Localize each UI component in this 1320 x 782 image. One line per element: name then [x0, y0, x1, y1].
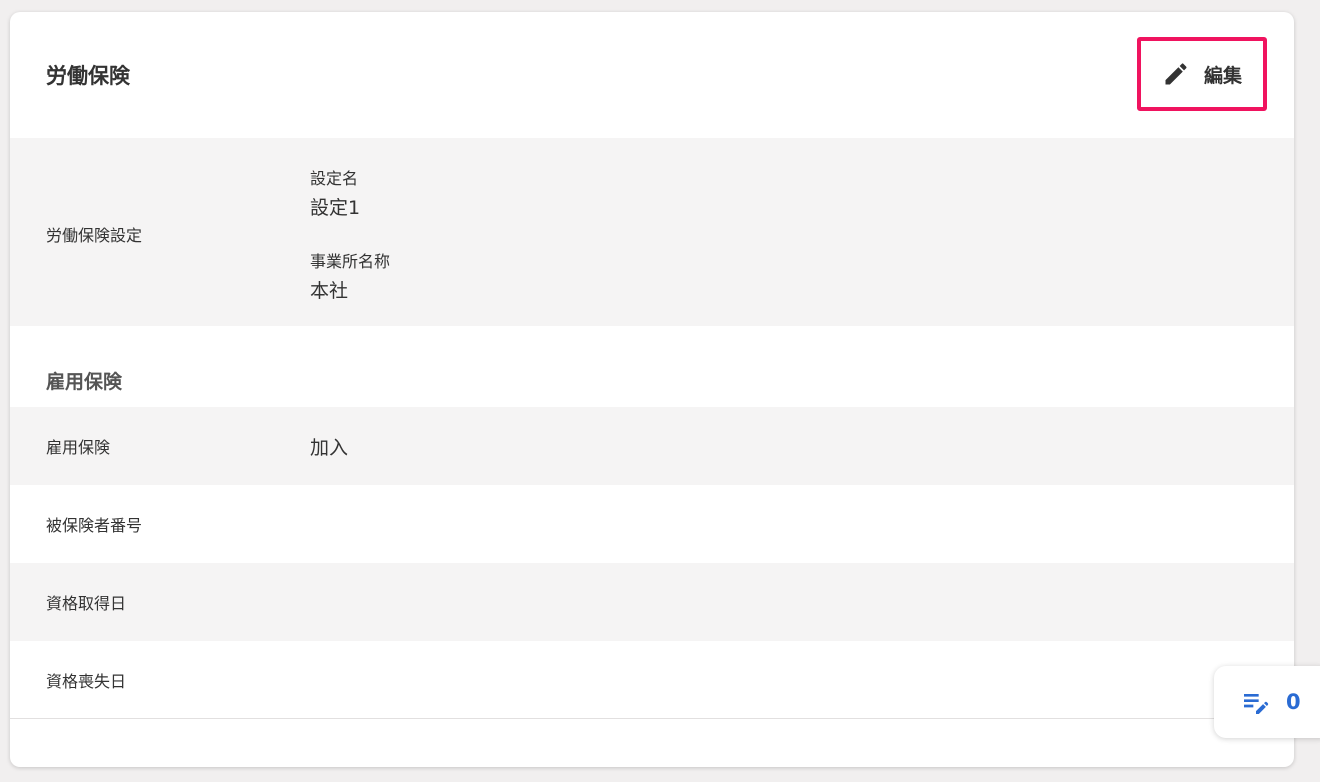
- setting-name-label: 設定名: [310, 169, 359, 188]
- notes-count: 0: [1286, 690, 1301, 714]
- insurance-setting-label: 労働保険設定: [46, 226, 143, 245]
- setting-name-value: 設定1: [310, 197, 361, 219]
- row-value: 加入: [310, 437, 349, 459]
- notes-button[interactable]: 0: [1214, 666, 1320, 738]
- edit-button[interactable]: 編集: [1137, 37, 1267, 111]
- table-row: 資格取得日: [10, 563, 1294, 641]
- card-title: 労働保険: [46, 64, 130, 88]
- row-label: 被保険者番号: [46, 516, 143, 535]
- edit-notes-icon: [1244, 694, 1269, 714]
- office-name-value: 本社: [310, 280, 349, 302]
- employment-insurance-section-title: 雇用保険: [46, 371, 123, 393]
- row-label: 資格喪失日: [46, 672, 127, 691]
- table-row: 雇用保険 加入: [10, 407, 1294, 485]
- divider: [10, 718, 1294, 719]
- row-label: 雇用保険: [46, 438, 111, 457]
- table-row: 被保険者番号: [10, 485, 1294, 563]
- pencil-icon: [1165, 63, 1187, 85]
- insurance-setting-row: 労働保険設定 設定名 設定1 事業所名称 本社: [10, 138, 1294, 326]
- labor-insurance-card: 労働保険 編集 労働保険設定 設定名 設定1 事業所名称 本社 雇用保険 雇用保…: [10, 12, 1294, 767]
- edit-button-label: 編集: [1203, 64, 1242, 87]
- office-name-label: 事業所名称: [310, 252, 391, 271]
- card-header: 労働保険 編集: [10, 12, 1294, 138]
- row-label: 資格取得日: [46, 594, 127, 613]
- table-row: 資格喪失日: [10, 641, 1294, 719]
